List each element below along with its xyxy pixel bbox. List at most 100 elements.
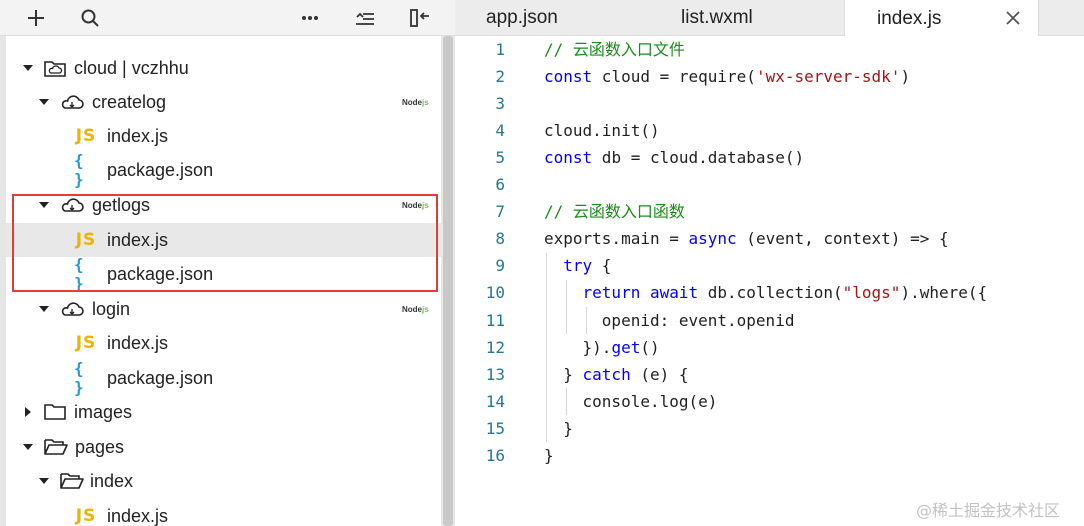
tree-item-createlog-package-json[interactable]: { } package.json (6, 151, 441, 189)
line-number: 12 (485, 337, 505, 357)
tree-item-createlog-index-js[interactable]: JS index.js (6, 119, 441, 153)
tree-item-label: index.js (107, 125, 169, 146)
search-icon[interactable] (76, 4, 104, 32)
caret-down-icon[interactable] (22, 62, 34, 74)
add-icon[interactable] (22, 4, 50, 32)
code-line[interactable]: 10 return await db.collection("logs").wh… (455, 279, 1084, 306)
line-number: 13 (485, 364, 505, 384)
tab-list-wxml[interactable]: list.wxml (650, 0, 844, 36)
close-icon[interactable] (1004, 9, 1022, 27)
explorer-toolbar (0, 0, 455, 36)
tree-item-label: index.js (107, 505, 169, 526)
code-line[interactable]: 8 exports.main = async (event, context) =… (455, 225, 1084, 252)
code-token: } (544, 364, 583, 384)
tree-item-login-index-js[interactable]: JS index.js (6, 326, 441, 360)
line-number: 4 (495, 121, 505, 141)
code-text: } (544, 415, 573, 442)
cloud-function-icon (59, 91, 85, 113)
caret-down-icon[interactable] (38, 303, 50, 315)
nodejs-badge: Nodejs (402, 200, 429, 210)
caret-right-icon[interactable] (22, 406, 34, 418)
caret-down-icon[interactable] (22, 441, 34, 453)
code-text: exports.main = async (event, context) =>… (544, 225, 949, 252)
code-token: "logs" (842, 283, 901, 303)
code-token: { (592, 256, 612, 276)
code-text: try { (544, 252, 611, 279)
line-number: 3 (495, 94, 505, 114)
tree-item-pages-index[interactable]: index (6, 464, 441, 498)
editor-tab-bar: app.json list.wxml index.js (455, 0, 1084, 37)
tree-item-cloud-root[interactable]: cloud | vczhhu (6, 51, 441, 85)
code-line[interactable]: 4 cloud.init() (455, 117, 1084, 144)
tree-item-getlogs[interactable]: getlogs Nodejs (6, 188, 441, 222)
code-line[interactable]: 13 } catch (e) { (455, 361, 1084, 388)
cloud-folder-icon (43, 57, 67, 79)
tree-scrollbar[interactable] (441, 36, 455, 526)
code-editor[interactable]: 1 // 云函数入口文件 2 const cloud = require('wx-se… (455, 36, 1084, 526)
code-text: console.log(e) (544, 388, 718, 415)
line-number: 5 (495, 148, 505, 168)
code-line[interactable]: 12 }).get() (455, 334, 1084, 361)
tree-item-login-package-json[interactable]: { } package.json (6, 359, 441, 397)
code-token: } (544, 418, 573, 438)
tree-item-label: createlog (92, 91, 167, 112)
code-line[interactable]: 7 // 云函数入口函数 (455, 198, 1084, 225)
code-line[interactable]: 9 try { (455, 252, 1084, 279)
tree-item-createlog[interactable]: createlog Nodejs (6, 85, 441, 119)
split-view-icon[interactable] (406, 4, 434, 32)
tree-item-label: index.js (107, 332, 169, 353)
tree-item-login[interactable]: login Nodejs (6, 292, 441, 326)
code-token: 'wx-server-sdk' (755, 67, 901, 87)
more-icon[interactable] (296, 4, 324, 32)
tree-item-pages[interactable]: pages (6, 430, 441, 464)
code-token: get (611, 337, 641, 357)
code-line[interactable]: 11 openid: event.openid (455, 307, 1084, 334)
code-text: // 云函数入口函数 (544, 198, 685, 225)
line-number: 6 (495, 175, 505, 195)
code-line[interactable]: 16} (455, 442, 1084, 469)
js-file-icon: JS (75, 333, 97, 353)
tree-item-label: images (74, 401, 133, 422)
code-line[interactable]: 15 } (455, 415, 1084, 442)
tree-item-pages-index-js[interactable]: JS index.js (6, 499, 441, 526)
code-text: const cloud = require('wx-server-sdk') (544, 63, 910, 90)
tree-item-getlogs-index-js[interactable]: JS index.js (6, 223, 441, 257)
code-token: (e) { (630, 364, 689, 384)
caret-down-icon[interactable] (38, 475, 50, 487)
tab-app-json[interactable]: app.json (455, 0, 650, 36)
tree-item-label: login (92, 298, 131, 319)
tab-index-js[interactable]: index.js (844, 0, 1039, 37)
code-token: cloud = require( (592, 67, 756, 87)
code-line[interactable]: 6 (455, 171, 1084, 198)
code-line[interactable]: 2 const cloud = require('wx-server-sdk') (455, 63, 1084, 90)
indent-guide (566, 388, 567, 415)
code-line[interactable]: 14 console.log(e) (455, 388, 1084, 415)
cloud-function-icon (59, 194, 85, 216)
code-token: (event, context) => { (736, 229, 949, 249)
code-token: await (649, 283, 699, 303)
code-text: return await db.collection("logs").where… (544, 279, 988, 306)
line-number: 1 (495, 40, 505, 59)
caret-down-icon[interactable] (38, 96, 50, 108)
folder-open-icon (59, 470, 85, 492)
tree-item-label: index.js (107, 229, 169, 250)
code-line[interactable]: 3 (455, 90, 1084, 117)
scrollbar-thumb[interactable] (443, 36, 453, 526)
code-line[interactable]: 5 const db = cloud.database() (455, 144, 1084, 171)
tree-item-label: pages (75, 436, 125, 457)
code-token: console.log(e) (544, 391, 718, 411)
json-file-icon: { } (74, 151, 84, 189)
code-text: }).get() (544, 334, 660, 361)
code-line[interactable]: 1 // 云函数入口文件 (455, 36, 1084, 63)
tree-item-getlogs-package-json[interactable]: { } package.json (6, 255, 441, 293)
line-number: 10 (485, 283, 505, 303)
tree-item-images[interactable]: images (6, 395, 441, 429)
collapse-icon[interactable] (351, 4, 379, 32)
code-token: ).where({ (900, 283, 988, 303)
code-token: exports.main = (544, 229, 689, 249)
caret-down-icon[interactable] (38, 199, 50, 211)
indent-guide (566, 280, 567, 334)
code-token: openid: event.openid (544, 310, 795, 330)
line-number: 16 (485, 445, 505, 465)
